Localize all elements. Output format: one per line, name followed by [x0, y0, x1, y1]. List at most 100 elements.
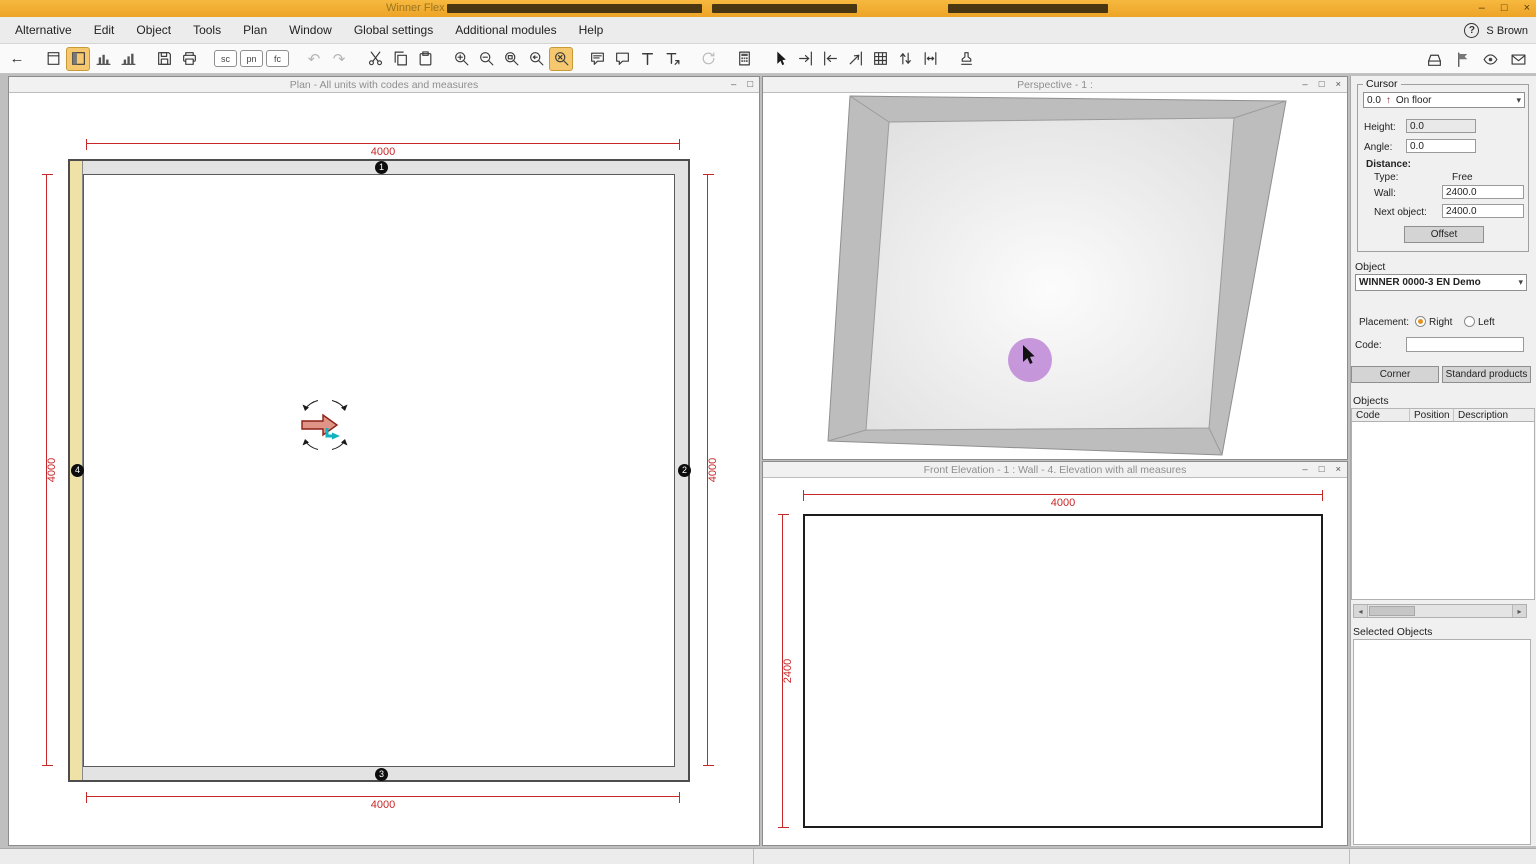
redo-button[interactable]: ↷: [327, 47, 351, 71]
save-button[interactable]: [152, 47, 176, 71]
elevation-wall-outline: [803, 514, 1323, 828]
next-object-label: Next object:: [1374, 207, 1427, 218]
window-maximize-button[interactable]: □: [1501, 0, 1508, 17]
menu-window[interactable]: Window: [278, 17, 343, 43]
wall-distance-input[interactable]: [1442, 185, 1524, 199]
room-floor[interactable]: [83, 174, 675, 767]
preview-eye-icon[interactable]: [1478, 47, 1502, 71]
sc-button[interactable]: sc: [214, 50, 237, 67]
wall-badge-3: 3: [375, 768, 388, 781]
window-minimize-button[interactable]: –: [1479, 0, 1485, 17]
mail-icon[interactable]: [1506, 47, 1530, 71]
cursor-group: Cursor 0.0 ↑ On floor ▾ Height: Angle: D…: [1357, 84, 1529, 252]
redacted-text: [948, 4, 1108, 13]
view-columns-button[interactable]: [91, 47, 115, 71]
column-description[interactable]: Description: [1454, 409, 1534, 421]
menu-object[interactable]: Object: [125, 17, 182, 43]
objects-list-label: Objects: [1353, 395, 1389, 407]
window-close-button[interactable]: ×: [1524, 0, 1530, 17]
menu-global-settings[interactable]: Global settings: [343, 17, 444, 43]
cursor-position-dropdown[interactable]: 0.0 ↑ On floor ▾: [1363, 92, 1525, 108]
toggle-panel-button[interactable]: [66, 47, 90, 71]
scroll-right-arrow[interactable]: ▸: [1512, 605, 1526, 617]
elevation-maximize-button[interactable]: □: [1319, 462, 1325, 478]
text-label-button[interactable]: [660, 47, 684, 71]
zoom-previous-button[interactable]: [524, 47, 548, 71]
height-input[interactable]: [1406, 119, 1476, 133]
standard-products-button[interactable]: Standard products: [1442, 366, 1531, 383]
chevron-down-icon: ▾: [1513, 95, 1521, 106]
menu-alternative[interactable]: Alternative: [4, 17, 83, 43]
offset-button[interactable]: Offset: [1404, 226, 1484, 243]
zoom-all-button[interactable]: [549, 47, 573, 71]
undo-button[interactable]: ↶: [302, 47, 326, 71]
object-catalog-dropdown[interactable]: WINNER 0000-3 EN Demo ▾: [1355, 274, 1527, 291]
plan-canvas[interactable]: 4000 4000 4000 4000 1 2 3 4: [9, 93, 759, 845]
elevation-canvas[interactable]: 4000 2400: [763, 478, 1347, 845]
next-object-input[interactable]: [1442, 204, 1524, 218]
fc-button[interactable]: fc: [266, 50, 289, 67]
plan-window-titlebar[interactable]: Plan - All units with codes and measures…: [9, 77, 759, 93]
scroll-left-arrow[interactable]: ◂: [1354, 605, 1368, 617]
scroll-thumb[interactable]: [1369, 606, 1415, 616]
flag-icon[interactable]: [1450, 47, 1474, 71]
plan-minimize-button[interactable]: –: [731, 77, 736, 93]
3d-cursor: [1008, 338, 1052, 382]
tray-icon[interactable]: [1422, 47, 1446, 71]
refresh-button[interactable]: [696, 47, 720, 71]
elevation-close-button[interactable]: ×: [1335, 462, 1341, 478]
elevation-window-titlebar[interactable]: Front Elevation - 1 : Wall - 4. Elevatio…: [763, 462, 1347, 478]
place-angle-button[interactable]: [843, 47, 867, 71]
perspective-maximize-button[interactable]: □: [1319, 77, 1325, 93]
perspective-close-button[interactable]: ×: [1335, 77, 1341, 93]
menu-help[interactable]: Help: [568, 17, 615, 43]
perspective-minimize-button[interactable]: –: [1302, 77, 1307, 93]
menu-additional-modules[interactable]: Additional modules: [444, 17, 567, 43]
place-against-wall-button[interactable]: [793, 47, 817, 71]
placement-left-radio[interactable]: [1464, 316, 1475, 327]
place-from-wall-button[interactable]: [818, 47, 842, 71]
new-plan-button[interactable]: [41, 47, 65, 71]
zoom-in-button[interactable]: [449, 47, 473, 71]
zoom-out-button[interactable]: [474, 47, 498, 71]
corner-button[interactable]: Corner: [1351, 366, 1439, 383]
column-code[interactable]: Code: [1352, 409, 1410, 421]
menu-edit[interactable]: Edit: [83, 17, 126, 43]
wall-badge-2: 2: [678, 464, 691, 477]
selected-objects-list[interactable]: [1353, 639, 1531, 845]
help-icon[interactable]: ?: [1464, 23, 1479, 38]
objects-scrollbar[interactable]: ◂ ▸: [1353, 604, 1527, 618]
grid-button[interactable]: [868, 47, 892, 71]
view-rows-button[interactable]: [116, 47, 140, 71]
note-button[interactable]: [610, 47, 634, 71]
menu-plan[interactable]: Plan: [232, 17, 278, 43]
angle-input[interactable]: [1406, 139, 1476, 153]
copy-button[interactable]: [388, 47, 412, 71]
pointer-tool-button[interactable]: [768, 47, 792, 71]
print-button[interactable]: [177, 47, 201, 71]
paste-button[interactable]: [413, 47, 437, 71]
wall-measure-button[interactable]: [918, 47, 942, 71]
perspective-window-title: Perspective - 1 :: [1017, 79, 1093, 91]
stamp-button[interactable]: [954, 47, 978, 71]
room-walls[interactable]: [68, 159, 690, 782]
pn-button[interactable]: pn: [240, 50, 263, 67]
calculator-button[interactable]: [732, 47, 756, 71]
menu-tools[interactable]: Tools: [182, 17, 232, 43]
move-updown-button[interactable]: [893, 47, 917, 71]
elevation-minimize-button[interactable]: –: [1302, 462, 1307, 478]
user-name[interactable]: S Brown: [1486, 25, 1528, 37]
plan-cursor-marker: [294, 396, 356, 454]
objects-list[interactable]: [1351, 421, 1535, 600]
code-input[interactable]: [1406, 337, 1524, 352]
comment-button[interactable]: [585, 47, 609, 71]
cut-button[interactable]: [363, 47, 387, 71]
placement-right-radio[interactable]: [1415, 316, 1426, 327]
plan-maximize-button[interactable]: □: [747, 77, 753, 93]
zoom-window-button[interactable]: [499, 47, 523, 71]
back-button[interactable]: ←: [5, 47, 29, 71]
text-button[interactable]: [635, 47, 659, 71]
perspective-canvas[interactable]: [763, 93, 1347, 459]
perspective-window-titlebar[interactable]: Perspective - 1 : – □ ×: [763, 77, 1347, 93]
column-position[interactable]: Position: [1410, 409, 1454, 421]
